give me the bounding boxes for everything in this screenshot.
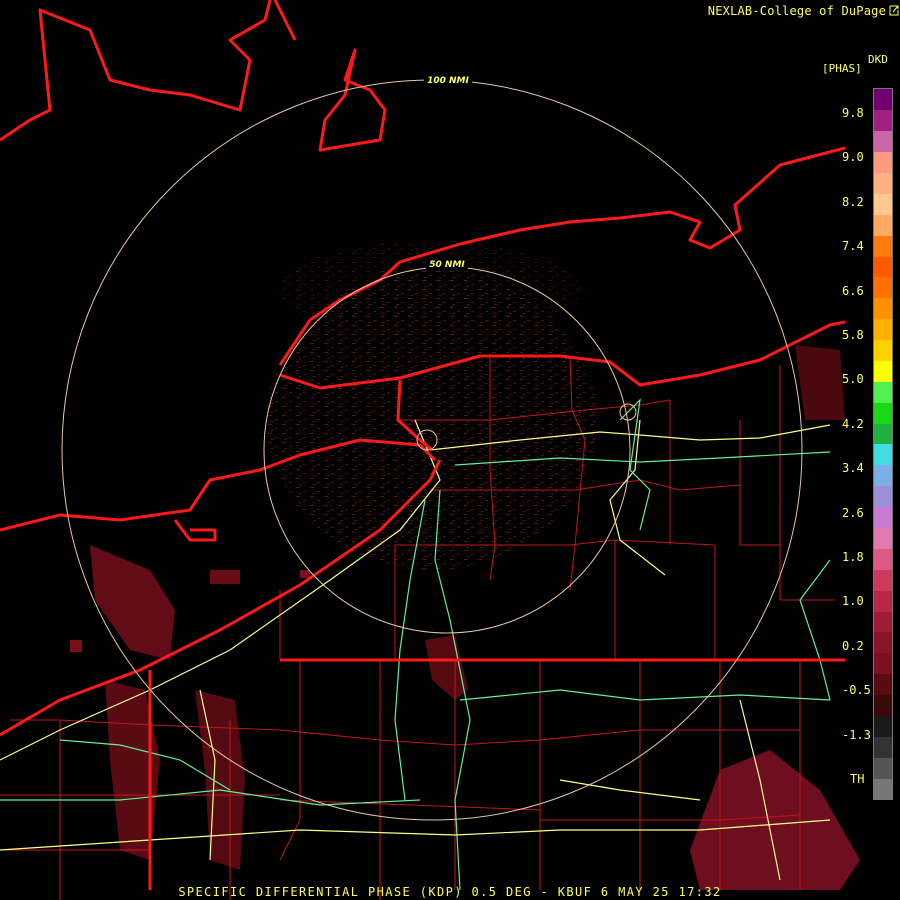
range-ring-label-100: 100 NMI [427,76,469,86]
echo-sw-band [195,690,245,870]
echo-south-center [425,635,468,700]
color-scale-tick-label: 2.6 [842,505,864,520]
legend-unit-top: DKD [868,53,888,66]
color-scale-tick-label: 5.0 [842,372,864,387]
color-scale-tick-label: 9.0 [842,150,864,165]
echo-southwest [90,545,175,660]
color-scale-tick-label: 1.8 [842,550,864,564]
echo-cell [210,570,240,584]
radar-echo-layer [70,240,860,890]
color-scale-segment [874,276,892,299]
color-scale-tick-label: TH [850,772,865,786]
color-scale-segment [874,715,892,737]
color-scale-segment [874,130,892,153]
color-scale-tick-label: 6.6 [842,283,864,298]
echo-cell [70,640,82,652]
color-scale-tick-label: -1.3 [842,727,871,742]
color-scale-segment [874,548,892,570]
color-scale-segment [874,611,892,633]
radar-map: 100 NMI 50 NMI [0,0,860,900]
echo-east [795,345,845,420]
color-scale-segment [874,527,892,549]
color-scale-segment [874,757,892,779]
color-scale-segment [874,569,892,591]
color-scale-segment [874,360,892,382]
color-scale-segment [874,89,892,111]
color-scale-segment [874,464,892,487]
lake-erie-bay [173,519,217,542]
color-scale-segment [874,485,892,508]
range-ring-label-50: 50 NMI [429,260,465,270]
color-scale-segment [874,318,892,341]
color-scale-tick-label: 3.4 [842,461,864,476]
color-scale-segment [874,736,892,758]
color-scale-tick-label: 7.4 [842,239,864,254]
color-scale-segment [874,444,892,466]
color-scale-tick-label: -0.5 [842,683,871,698]
color-scale-tick-label: 8.2 [842,194,864,209]
color-scale-tick-label: 0.2 [842,638,864,653]
echo-cell [300,570,310,578]
ontario-lake-inlet [318,48,387,152]
color-scale-segment [874,694,892,716]
color-scale-segment [874,214,892,236]
color-scale-segment [874,235,892,257]
color-scale-tick-label: 4.2 [842,416,864,431]
credit-text: NEXLAB-College of DuPage [707,4,886,18]
product-caption: SPECIFIC DIFFERENTIAL PHASE (KDP) 0.5 DE… [178,885,722,899]
echo-southwest-2 [105,680,160,860]
color-scale-segment [874,402,892,424]
ontario-north-coast [0,0,272,142]
color-scale-segment [874,297,892,320]
color-scale-segment [874,172,892,194]
color-scale-segment [874,109,892,132]
color-scale-tick-label: 9.8 [842,106,864,120]
color-scale-segment [874,778,892,800]
color-scale-segment [874,631,892,654]
ontario-inlet-top [273,0,297,41]
color-scale-segment [874,652,892,675]
color-scale-segment [874,193,892,215]
color-scale-segment [874,590,892,612]
color-scale-tick-label: 1.0 [842,594,864,609]
legend-unit: [PHAS] [822,62,862,75]
color-scale-segment [874,151,892,174]
color-scale-segment [874,381,892,403]
color-scale-segment [874,423,892,445]
color-scale-segment [874,506,892,529]
color-scale-segment [874,256,892,278]
color-scale-tick-label: 5.8 [842,328,864,342]
external-link-icon[interactable] [889,4,899,16]
color-scale-segment [874,339,892,361]
color-scale-bar [873,88,893,800]
color-scale-segment [874,673,892,696]
